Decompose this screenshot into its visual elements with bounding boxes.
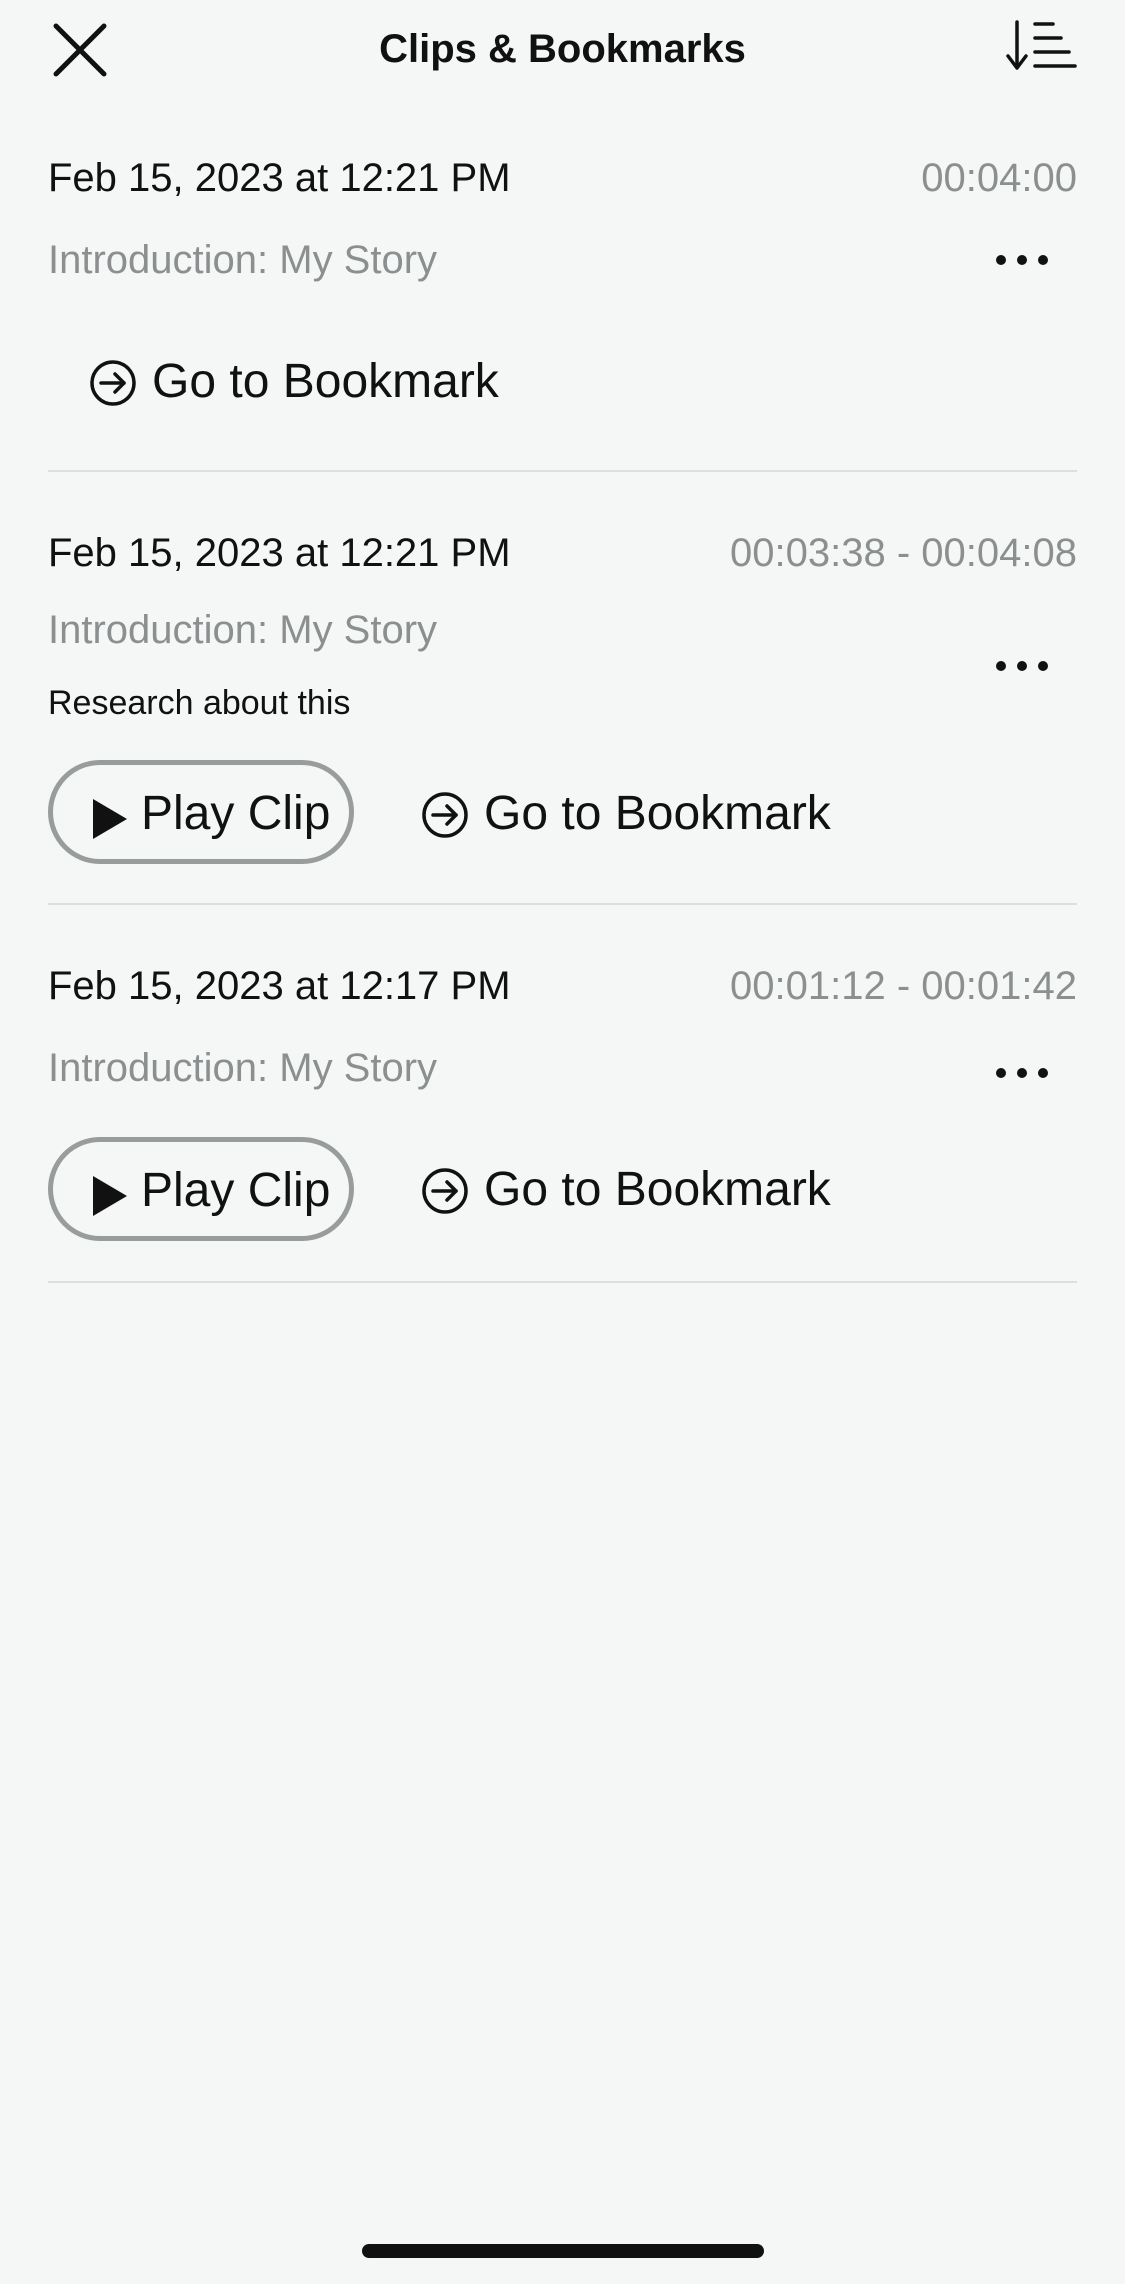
more-icon <box>996 661 1048 671</box>
entry-timestamp: 00:01:12 - 00:01:42 <box>730 964 1077 1008</box>
more-icon <box>996 255 1048 265</box>
page-title: Clips & Bookmarks <box>379 27 746 71</box>
more-options-button[interactable] <box>987 1053 1057 1093</box>
play-clip-button[interactable]: Play Clip <box>48 760 354 864</box>
play-clip-label: Play Clip <box>141 787 331 840</box>
sort-button[interactable] <box>1005 18 1077 76</box>
play-icon <box>93 1176 127 1216</box>
entry-date: Feb 15, 2023 at 12:21 PM <box>48 531 511 575</box>
entry-date: Feb 15, 2023 at 12:17 PM <box>48 964 511 1008</box>
entry-timestamp: 00:04:00 <box>921 156 1077 200</box>
play-clip-button[interactable]: Play Clip <box>48 1137 354 1241</box>
go-to-bookmark-label: Go to Bookmark <box>484 787 831 840</box>
clip-entry: Feb 15, 2023 at 12:21 PM 00:03:38 - 00:0… <box>48 528 1077 905</box>
go-to-bookmark-label: Go to Bookmark <box>152 355 499 408</box>
play-icon <box>93 799 127 839</box>
entry-chapter: Introduction: My Story <box>48 1046 438 1090</box>
entry-chapter: Introduction: My Story <box>48 608 438 652</box>
more-options-button[interactable] <box>987 646 1057 686</box>
arrow-right-circle-icon <box>422 792 468 838</box>
home-indicator[interactable] <box>362 2244 764 2258</box>
entry-date: Feb 15, 2023 at 12:21 PM <box>48 156 511 200</box>
arrow-right-circle-icon <box>422 1168 468 1214</box>
divider <box>48 1281 1077 1283</box>
entry-note: Research about this <box>48 684 351 722</box>
entry-chapter: Introduction: My Story <box>48 238 438 282</box>
clip-entry: Feb 15, 2023 at 12:17 PM 00:01:12 - 00:0… <box>48 961 1077 1283</box>
go-to-bookmark-label: Go to Bookmark <box>484 1163 831 1216</box>
more-icon <box>996 1068 1048 1078</box>
sort-descending-icon <box>1006 20 1077 70</box>
header: Clips & Bookmarks <box>0 0 1125 100</box>
play-clip-label: Play Clip <box>141 1164 331 1217</box>
divider <box>48 903 1077 905</box>
bookmark-entry: Feb 15, 2023 at 12:21 PM 00:04:00 Introd… <box>48 150 1077 472</box>
more-options-button[interactable] <box>987 240 1057 280</box>
arrow-right-circle-icon <box>90 360 136 406</box>
divider <box>48 470 1077 472</box>
entry-timestamp: 00:03:38 - 00:04:08 <box>730 531 1077 575</box>
